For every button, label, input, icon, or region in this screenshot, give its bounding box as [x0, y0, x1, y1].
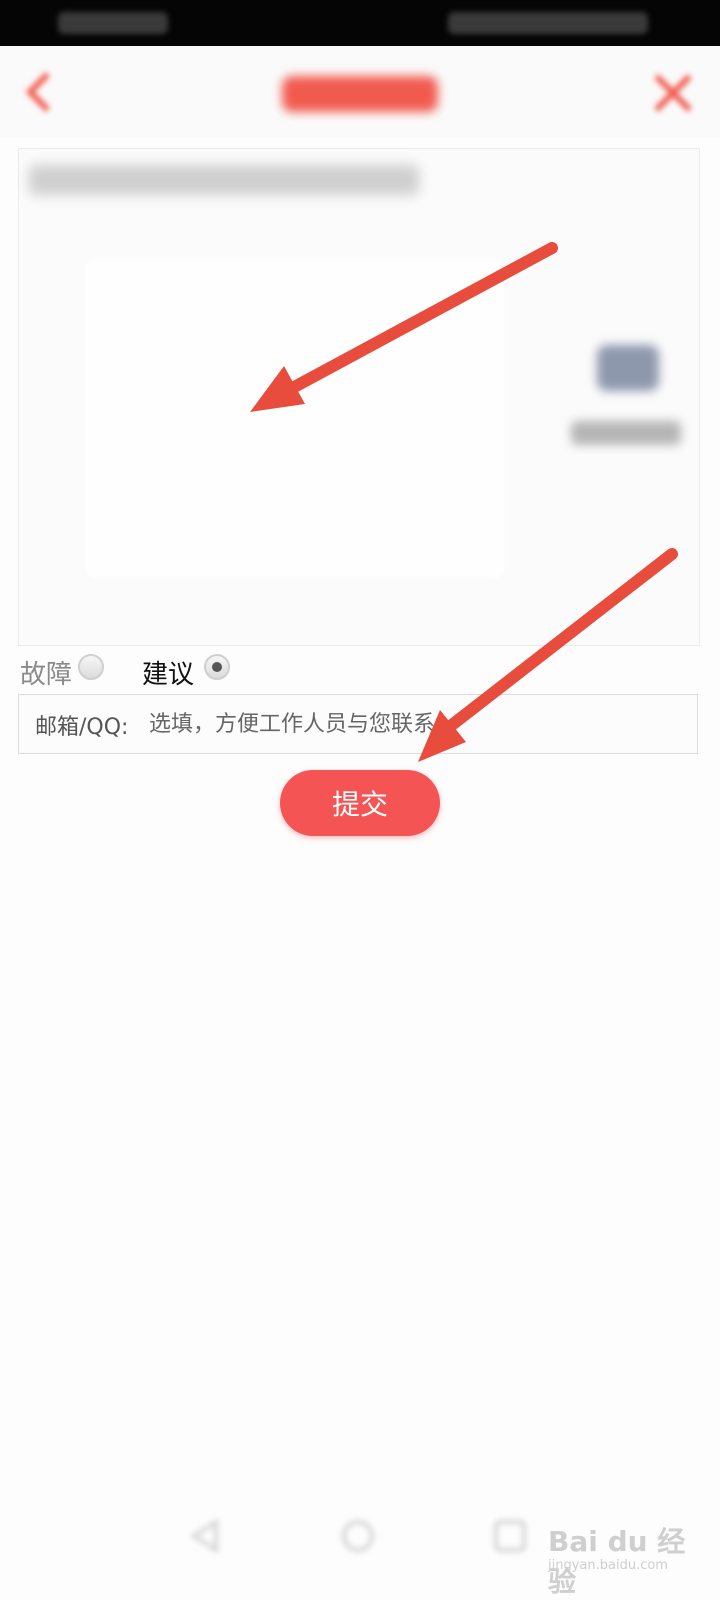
watermark-sub-text: jingyan.baidu.com: [548, 1558, 668, 1573]
watermark: Bai du 经验 jingyan.baidu.com: [548, 1498, 698, 1598]
add-photo-label: [571, 421, 681, 445]
page-title: [282, 76, 438, 112]
nav-recents-icon[interactable]: [490, 1516, 530, 1556]
contact-prefix-label: 邮箱/QQ:: [35, 715, 129, 740]
type-option-fault[interactable]: 故障: [20, 653, 105, 691]
status-icons-right: [448, 12, 648, 34]
nav-home-icon[interactable]: [338, 1516, 378, 1556]
contact-field[interactable]: 邮箱/QQ:: [18, 694, 698, 754]
feedback-input-panel: [85, 259, 505, 579]
type-option-label: 故障: [20, 660, 73, 690]
nav-back-icon[interactable]: [186, 1516, 226, 1556]
suggestion-radio[interactable]: [204, 653, 231, 680]
feedback-textarea[interactable]: [18, 148, 700, 646]
submit-button[interactable]: 提交: [280, 770, 440, 836]
app-header: [0, 46, 720, 138]
status-bar: [0, 0, 720, 46]
feedback-type-group: 故障 建议: [20, 653, 700, 698]
contact-input[interactable]: [147, 705, 551, 743]
feedback-placeholder: [29, 165, 419, 195]
type-option-suggestion[interactable]: 建议: [142, 653, 231, 691]
back-arrow-icon[interactable]: [22, 72, 56, 112]
fault-radio[interactable]: [78, 653, 105, 680]
type-option-label: 建议: [142, 660, 195, 690]
close-icon[interactable]: [652, 72, 694, 114]
camera-icon[interactable]: [597, 345, 659, 391]
status-icons-left: [58, 12, 168, 34]
